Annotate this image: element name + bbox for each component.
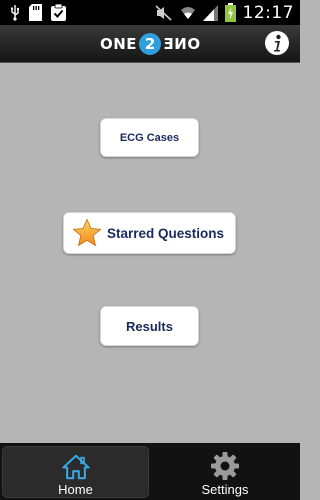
- app-header: ONE 2 ONE: [0, 25, 300, 63]
- ecg-cases-label: ECG Cases: [119, 131, 180, 144]
- tab-home-label: Home: [58, 482, 93, 497]
- tab-settings-label: Settings: [201, 482, 249, 497]
- gear-icon: [211, 452, 239, 480]
- mute-icon: [154, 4, 172, 21]
- home-icon: [61, 454, 90, 480]
- status-bar: 12:17: [0, 0, 300, 25]
- bottom-tab-bar: Home Settings: [0, 443, 300, 500]
- logo-text-right: ONE: [163, 35, 201, 53]
- wifi-icon: [180, 7, 195, 19]
- info-icon[interactable]: [264, 30, 290, 56]
- ecg-cases-button[interactable]: ECG Cases: [100, 118, 199, 157]
- starred-questions-label: Starred Questions: [107, 225, 225, 241]
- results-button[interactable]: Results: [100, 306, 199, 346]
- app-logo: ONE 2 ONE: [100, 33, 200, 55]
- results-label: Results: [126, 318, 173, 334]
- task-check-icon: [51, 4, 66, 21]
- battery-charging-icon: [224, 3, 236, 22]
- clock: 12:17: [242, 2, 294, 23]
- system-icons: 12:17: [154, 2, 295, 23]
- sd-card-icon: [29, 4, 42, 21]
- logo-text-left: ONE: [100, 35, 138, 53]
- tab-settings[interactable]: Settings: [150, 443, 300, 500]
- tab-home[interactable]: Home: [2, 446, 149, 498]
- starred-questions-button[interactable]: Starred Questions: [63, 212, 236, 254]
- logo-number: 2: [139, 33, 162, 55]
- notification-icons: [10, 4, 66, 21]
- star-icon: [72, 218, 102, 247]
- signal-icon: [202, 4, 218, 21]
- usb-icon: [11, 4, 20, 21]
